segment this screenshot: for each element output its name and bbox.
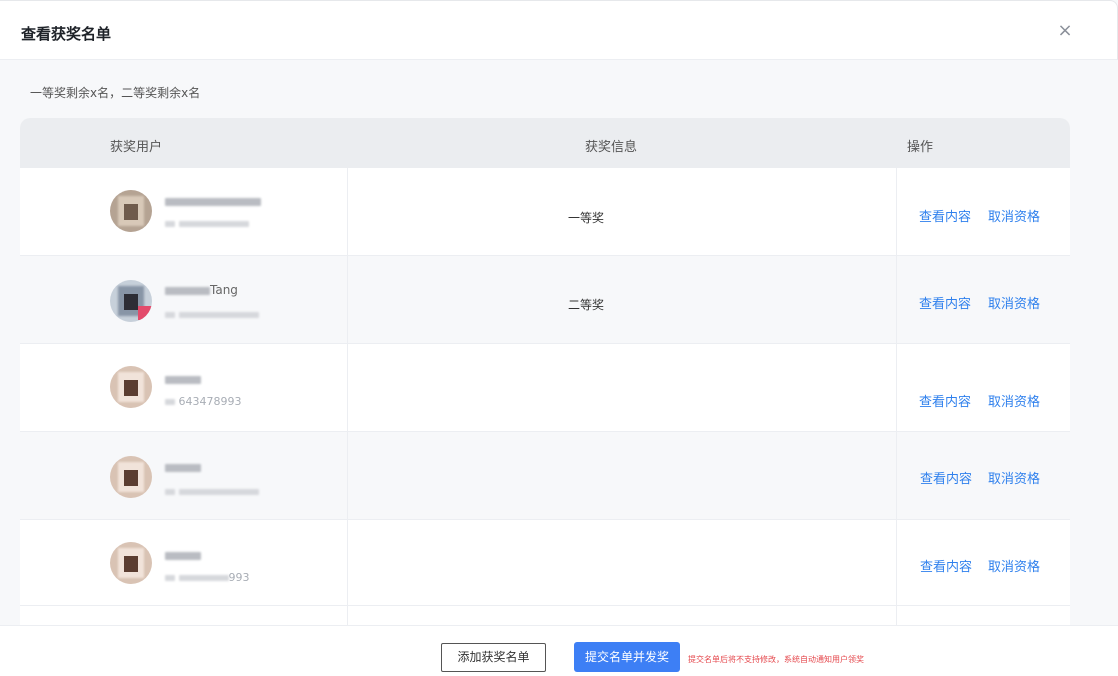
header-prize-info: 获奖信息 (585, 140, 638, 155)
table-row: 993 查看内容 取消资格 (20, 520, 1070, 606)
winner-nickname (165, 548, 201, 562)
id-label-blur (165, 312, 175, 318)
avatar (110, 280, 152, 322)
modal-footer: 添加获奖名单 提交名单并发奖 提交名单后将不支持修改，系统自动通知用户领奖 (0, 625, 1118, 676)
submit-warning-note: 提交名单后将不支持修改，系统自动通知用户领奖 (688, 655, 864, 664)
winner-nickname (165, 194, 261, 208)
cancel-qualification-link[interactable]: 取消资格 (988, 293, 1040, 312)
blurred-nickname (165, 375, 201, 384)
view-content-link[interactable]: 查看内容 (920, 468, 972, 487)
blurred-id (178, 312, 259, 318)
remaining-quota-text: 一等奖剩余x名，二等奖剩余x名 (30, 86, 201, 100)
column-divider (896, 168, 897, 628)
blurred-id (178, 221, 249, 227)
cancel-qualification-link[interactable]: 取消资格 (988, 391, 1040, 410)
view-content-link[interactable]: 查看内容 (920, 556, 972, 575)
table-row: Tang 二等奖 查看内容 取消资格 (20, 256, 1070, 344)
blurred-nickname (165, 286, 210, 295)
avatar (110, 366, 152, 408)
id-label-blur (165, 399, 175, 405)
blurred-nickname (165, 551, 201, 560)
winner-id (165, 308, 259, 321)
prize-level: 一等奖 (568, 211, 605, 225)
winners-modal: 查看获奖名单 × 一等奖剩余x名，二等奖剩余x名 获奖用户 获奖信息 操作 一等… (0, 0, 1118, 676)
blurred-id (178, 575, 229, 581)
id-label-blur (165, 575, 175, 581)
avatar (110, 190, 152, 232)
modal-header: 查看获奖名单 × (0, 0, 1118, 60)
winner-nickname (165, 372, 201, 386)
modal-title: 查看获奖名单 (21, 25, 112, 43)
add-winners-button[interactable]: 添加获奖名单 (441, 643, 546, 672)
table-row: 查看内容 取消资格 (20, 432, 1070, 520)
table-header: 获奖用户 获奖信息 操作 (20, 118, 1070, 168)
blurred-nickname (165, 463, 201, 472)
table-row: 643478993 查看内容 取消资格 (20, 344, 1070, 432)
close-icon[interactable]: × (1053, 19, 1077, 43)
winner-id: 993 (165, 571, 250, 584)
id-value: 993 (228, 571, 250, 584)
submit-and-award-button[interactable]: 提交名单并发奖 (574, 642, 680, 672)
winner-nickname: Tang (165, 283, 238, 297)
avatar (110, 456, 152, 498)
header-operations: 操作 (907, 140, 934, 155)
winner-nickname (165, 460, 201, 474)
winner-id (165, 485, 259, 498)
view-content-link[interactable]: 查看内容 (919, 293, 971, 312)
nickname-text: Tang (210, 283, 238, 297)
avatar (110, 542, 152, 584)
header-winner-user: 获奖用户 (110, 140, 163, 155)
id-label-blur (165, 489, 175, 495)
winner-id (165, 217, 249, 230)
column-divider (347, 168, 348, 628)
blurred-nickname (165, 197, 261, 206)
cancel-qualification-link[interactable]: 取消资格 (988, 206, 1040, 225)
winners-table: 获奖用户 获奖信息 操作 一等奖 查看内容 取消资格 Tang 二等奖 查看内容… (20, 118, 1070, 628)
winner-id: 643478993 (165, 395, 242, 408)
id-value: 643478993 (178, 395, 242, 408)
cancel-qualification-link[interactable]: 取消资格 (988, 556, 1040, 575)
view-content-link[interactable]: 查看内容 (919, 391, 971, 410)
cancel-qualification-link[interactable]: 取消资格 (988, 468, 1040, 487)
blurred-id (178, 489, 259, 495)
prize-level: 二等奖 (568, 298, 605, 312)
table-row: 一等奖 查看内容 取消资格 (20, 168, 1070, 256)
id-label-blur (165, 221, 175, 227)
view-content-link[interactable]: 查看内容 (919, 206, 971, 225)
